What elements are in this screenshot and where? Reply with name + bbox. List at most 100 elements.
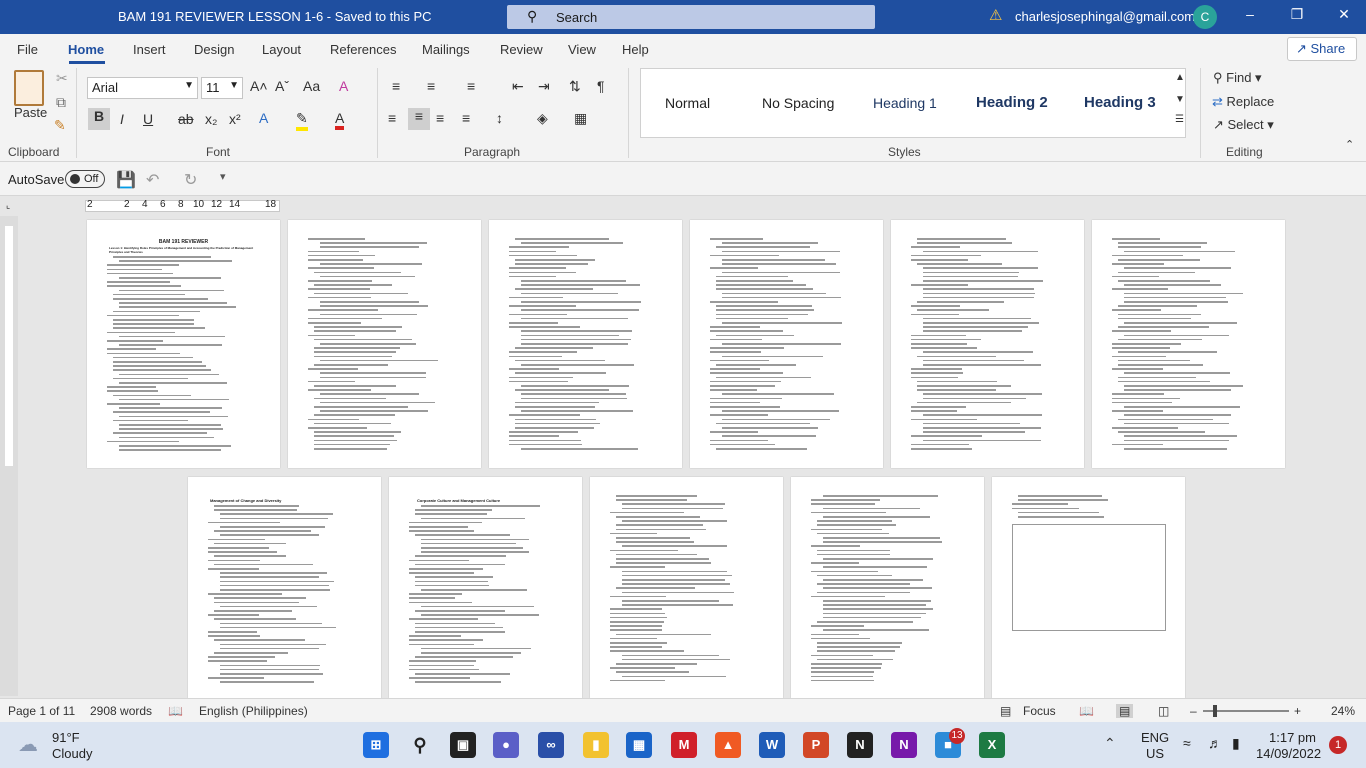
task-view-icon[interactable]: ▣ xyxy=(450,732,476,758)
align-center-icon[interactable]: ≡ xyxy=(408,108,430,130)
style-heading-2[interactable]: Heading 2 xyxy=(976,94,1048,111)
font-color-icon[interactable]: A xyxy=(335,110,345,130)
sort-icon[interactable]: ⇅ xyxy=(569,78,581,95)
share-button[interactable]: ↗ Share xyxy=(1287,37,1357,61)
clear-format-icon[interactable]: A xyxy=(339,78,348,94)
tab-review[interactable]: Review xyxy=(500,42,543,57)
print-layout-icon[interactable]: ▤ xyxy=(1116,704,1134,718)
tab-layout[interactable]: Layout xyxy=(262,42,301,57)
redo-icon[interactable]: ↻ xyxy=(184,170,197,190)
focus-button[interactable]: Focus xyxy=(1023,704,1056,718)
page-4[interactable] xyxy=(690,220,883,468)
language-indicator[interactable]: English (Philippines) xyxy=(199,704,308,718)
avatar[interactable]: C xyxy=(1193,5,1217,29)
page-count[interactable]: Page 1 of 11 xyxy=(8,704,75,718)
close-icon[interactable]: ✕ xyxy=(1334,6,1354,23)
app-icon[interactable]: ∞ xyxy=(538,732,564,758)
gallery-down-icon[interactable]: ▼ xyxy=(1175,94,1185,105)
page-11[interactable] xyxy=(992,477,1185,698)
page-9[interactable] xyxy=(590,477,783,698)
vertical-ruler[interactable] xyxy=(0,216,18,696)
tab-home[interactable]: Home xyxy=(68,42,104,57)
format-painter-icon[interactable]: ✎ xyxy=(54,117,66,134)
justify-icon[interactable]: ≡ xyxy=(462,110,470,126)
collapse-ribbon-icon[interactable]: ⌃ xyxy=(1345,138,1354,151)
input-region[interactable]: US xyxy=(1146,746,1164,761)
restore-icon[interactable]: ❐ xyxy=(1287,6,1307,23)
chat-icon[interactable]: ● xyxy=(493,732,519,758)
show-marks-icon[interactable]: ¶ xyxy=(597,78,605,94)
clock-date[interactable]: 14/09/2022 xyxy=(1256,746,1321,761)
wifi-icon[interactable]: ≈ xyxy=(1183,735,1191,751)
style-normal[interactable]: Normal xyxy=(665,95,710,111)
line-spacing-icon[interactable]: ↕ xyxy=(496,110,503,126)
chevron-up-icon[interactable]: ⌃ xyxy=(1104,735,1116,752)
style-heading-3[interactable]: Heading 3 xyxy=(1084,94,1156,111)
page-1[interactable]: BAM 191 REVIEWER Lesson 1: Identifying R… xyxy=(87,220,280,468)
file-explorer-icon[interactable]: ▮ xyxy=(583,732,609,758)
superscript-icon[interactable]: x² xyxy=(229,111,241,127)
read-mode-icon[interactable]: 📖 xyxy=(1079,704,1094,718)
bullets-icon[interactable]: ≡ xyxy=(392,78,400,94)
word-icon[interactable]: W xyxy=(759,732,785,758)
cut-icon[interactable]: ✂ xyxy=(56,70,68,87)
align-left-icon[interactable]: ≡ xyxy=(388,110,396,126)
increase-indent-icon[interactable]: ⇥ xyxy=(538,78,550,95)
zoom-slider-thumb[interactable] xyxy=(1213,705,1217,717)
page-2[interactable] xyxy=(288,220,481,468)
find-button[interactable]: ⚲ Find ▾ xyxy=(1213,70,1262,86)
font-name-select[interactable]: Arial ▼ xyxy=(87,77,198,99)
weather-desc[interactable]: Cloudy xyxy=(52,746,92,761)
text-effects-icon[interactable]: A xyxy=(259,110,268,126)
weather-temp[interactable]: 91°F xyxy=(52,730,80,745)
page-5[interactable] xyxy=(891,220,1084,468)
volume-icon[interactable]: ♬ xyxy=(1208,735,1222,751)
input-language[interactable]: ENG xyxy=(1141,730,1169,745)
tab-file[interactable]: File xyxy=(17,42,38,57)
powerpoint-icon[interactable]: P xyxy=(803,732,829,758)
decrease-indent-icon[interactable]: ⇤ xyxy=(512,78,524,95)
copy-icon[interactable]: ⧉ xyxy=(56,94,66,111)
numbering-icon[interactable]: ≡ xyxy=(427,78,435,94)
save-icon[interactable]: 💾 xyxy=(116,170,136,190)
paste-label[interactable]: Paste xyxy=(14,105,47,120)
shrink-font-icon[interactable]: Aˇ xyxy=(275,78,289,94)
search-icon[interactable]: ⚲ xyxy=(407,732,433,758)
minimize-icon[interactable]: – xyxy=(1240,6,1260,22)
document-title[interactable]: BAM 191 REVIEWER LESSON 1-6 - Saved to t… xyxy=(118,9,432,24)
battery-icon[interactable]: ▮ xyxy=(1232,735,1240,752)
align-right-icon[interactable]: ≡ xyxy=(436,110,444,126)
gallery-up-icon[interactable]: ▲ xyxy=(1175,72,1185,83)
select-button[interactable]: ↗ Select ▾ xyxy=(1213,117,1274,133)
undo-icon[interactable]: ↶ xyxy=(146,170,159,190)
grow-font-icon[interactable]: A˄ xyxy=(250,78,268,94)
weather-icon[interactable]: ☁ xyxy=(18,732,38,757)
customize-qat-icon[interactable]: ▾ xyxy=(220,170,226,183)
style-heading-1[interactable]: Heading 1 xyxy=(873,95,937,111)
store-icon[interactable]: ▦ xyxy=(626,732,652,758)
paste-icon[interactable] xyxy=(14,70,44,106)
tab-references[interactable]: References xyxy=(330,42,396,57)
tab-mailings[interactable]: Mailings xyxy=(422,42,470,57)
zoom-level[interactable]: 24% xyxy=(1331,704,1355,718)
page-7[interactable]: Management of Change and Diversity xyxy=(188,477,381,698)
page-3[interactable] xyxy=(489,220,682,468)
shading-icon[interactable]: ◈ xyxy=(537,110,548,127)
underline-icon[interactable]: U xyxy=(143,111,153,127)
account-email[interactable]: charlesjosephingal@gmail.com xyxy=(1015,9,1195,24)
tab-selector-icon[interactable]: ⌞ xyxy=(6,200,10,211)
tab-design[interactable]: Design xyxy=(194,42,234,57)
focus-icon[interactable]: ▤ xyxy=(1000,704,1011,718)
onenote-icon[interactable]: N xyxy=(891,732,917,758)
page-8[interactable]: Corporate Culture and Management Culture xyxy=(389,477,582,698)
notion-icon[interactable]: N xyxy=(847,732,873,758)
mcafee-icon[interactable]: M xyxy=(671,732,697,758)
change-case-icon[interactable]: Aa xyxy=(303,78,320,94)
strikethrough-icon[interactable]: ab xyxy=(178,111,194,127)
notification-badge[interactable]: 1 xyxy=(1329,736,1347,754)
start-icon[interactable]: ⊞ xyxy=(363,732,389,758)
bold-icon[interactable]: B xyxy=(88,108,110,130)
excel-icon[interactable]: X xyxy=(979,732,1005,758)
tab-insert[interactable]: Insert xyxy=(133,42,166,57)
multilevel-list-icon[interactable]: ≡ xyxy=(467,78,475,94)
